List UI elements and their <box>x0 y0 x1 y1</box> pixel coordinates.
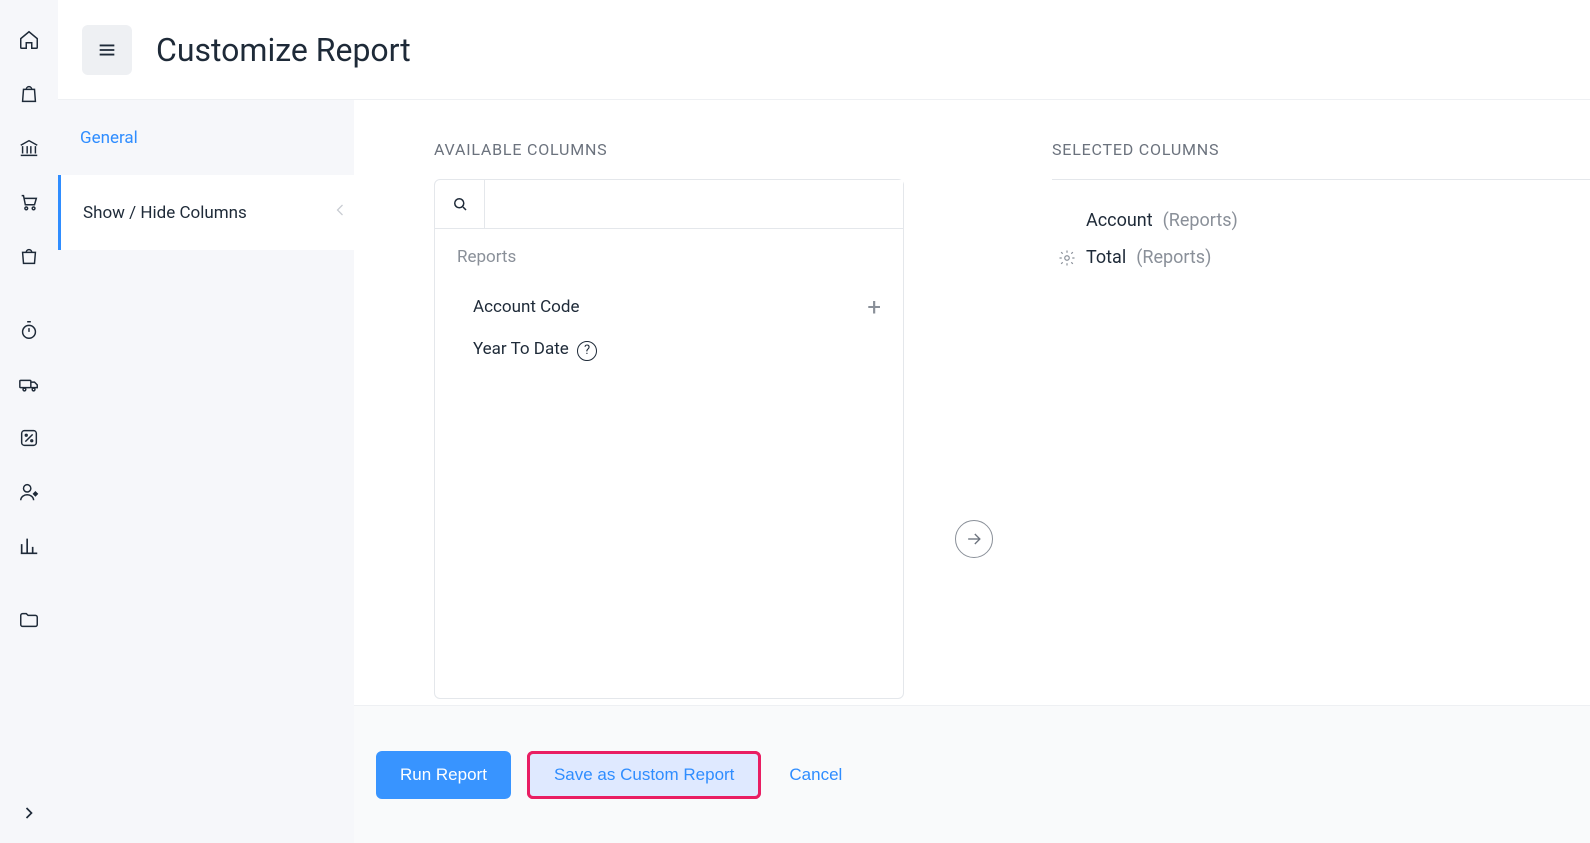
item-label: Account Code <box>473 297 579 317</box>
help-icon[interactable]: ? <box>577 341 597 361</box>
item-label: Account <box>1086 210 1153 231</box>
chevron-right-icon[interactable] <box>17 801 41 825</box>
page-header: Customize Report <box>58 0 1590 100</box>
item-group: (Reports) <box>1136 247 1211 268</box>
timer-icon[interactable] <box>17 318 41 342</box>
bag-icon[interactable] <box>17 82 41 106</box>
transfer-right-button[interactable] <box>955 520 993 558</box>
search-input[interactable] <box>485 180 903 228</box>
tab-label: General <box>80 128 138 148</box>
run-report-button[interactable]: Run Report <box>376 751 511 799</box>
item-group: (Reports) <box>1163 210 1238 231</box>
body: General Show / Hide Columns AVAILABLE CO… <box>58 100 1590 843</box>
percent-icon[interactable] <box>17 426 41 450</box>
footer: Run Report Save as Custom Report Cancel <box>354 705 1590 843</box>
main: Customize Report General Show / Hide Col… <box>58 0 1590 843</box>
cart-icon[interactable] <box>17 190 41 214</box>
side-tabs: General Show / Hide Columns <box>58 100 354 843</box>
folder-icon[interactable] <box>17 608 41 632</box>
tab-general[interactable]: General <box>58 100 354 175</box>
chevron-left-icon <box>330 200 350 225</box>
selected-panel: Account (Reports) Total (Reports) <box>1052 179 1590 276</box>
chart-icon[interactable] <box>17 534 41 558</box>
tab-show-hide-columns[interactable]: Show / Hide Columns <box>58 175 354 250</box>
available-item-account-code[interactable]: Account Code + <box>457 285 881 329</box>
plus-icon[interactable]: + <box>867 295 881 319</box>
selected-item-total[interactable]: Total (Reports) <box>1052 239 1590 276</box>
bank-icon[interactable] <box>17 136 41 160</box>
menu-button[interactable] <box>82 25 132 75</box>
truck-icon[interactable] <box>17 372 41 396</box>
selected-heading: SELECTED COLUMNS <box>1052 140 1590 159</box>
selected-item-account[interactable]: Account (Reports) <box>1052 202 1590 239</box>
item-label: Total <box>1086 247 1126 268</box>
nav-rail <box>0 0 58 843</box>
group-title: Reports <box>457 247 881 267</box>
available-panel: Reports Account Code + Year To Date ? <box>434 179 904 699</box>
bag2-icon[interactable] <box>17 244 41 268</box>
save-custom-report-button[interactable]: Save as Custom Report <box>527 751 761 799</box>
available-heading: AVAILABLE COLUMNS <box>434 140 904 159</box>
page-title: Customize Report <box>156 31 411 69</box>
cancel-button[interactable]: Cancel <box>777 751 854 799</box>
search-icon[interactable] <box>435 180 485 228</box>
available-item-year-to-date[interactable]: Year To Date ? <box>457 329 881 371</box>
tab-label: Show / Hide Columns <box>83 203 247 223</box>
item-label: Year To Date ? <box>473 339 597 361</box>
gear-icon[interactable] <box>1058 249 1076 267</box>
home-icon[interactable] <box>17 28 41 52</box>
search-row <box>435 180 903 229</box>
user-icon[interactable] <box>17 480 41 504</box>
available-list: Reports Account Code + Year To Date ? <box>435 229 903 389</box>
